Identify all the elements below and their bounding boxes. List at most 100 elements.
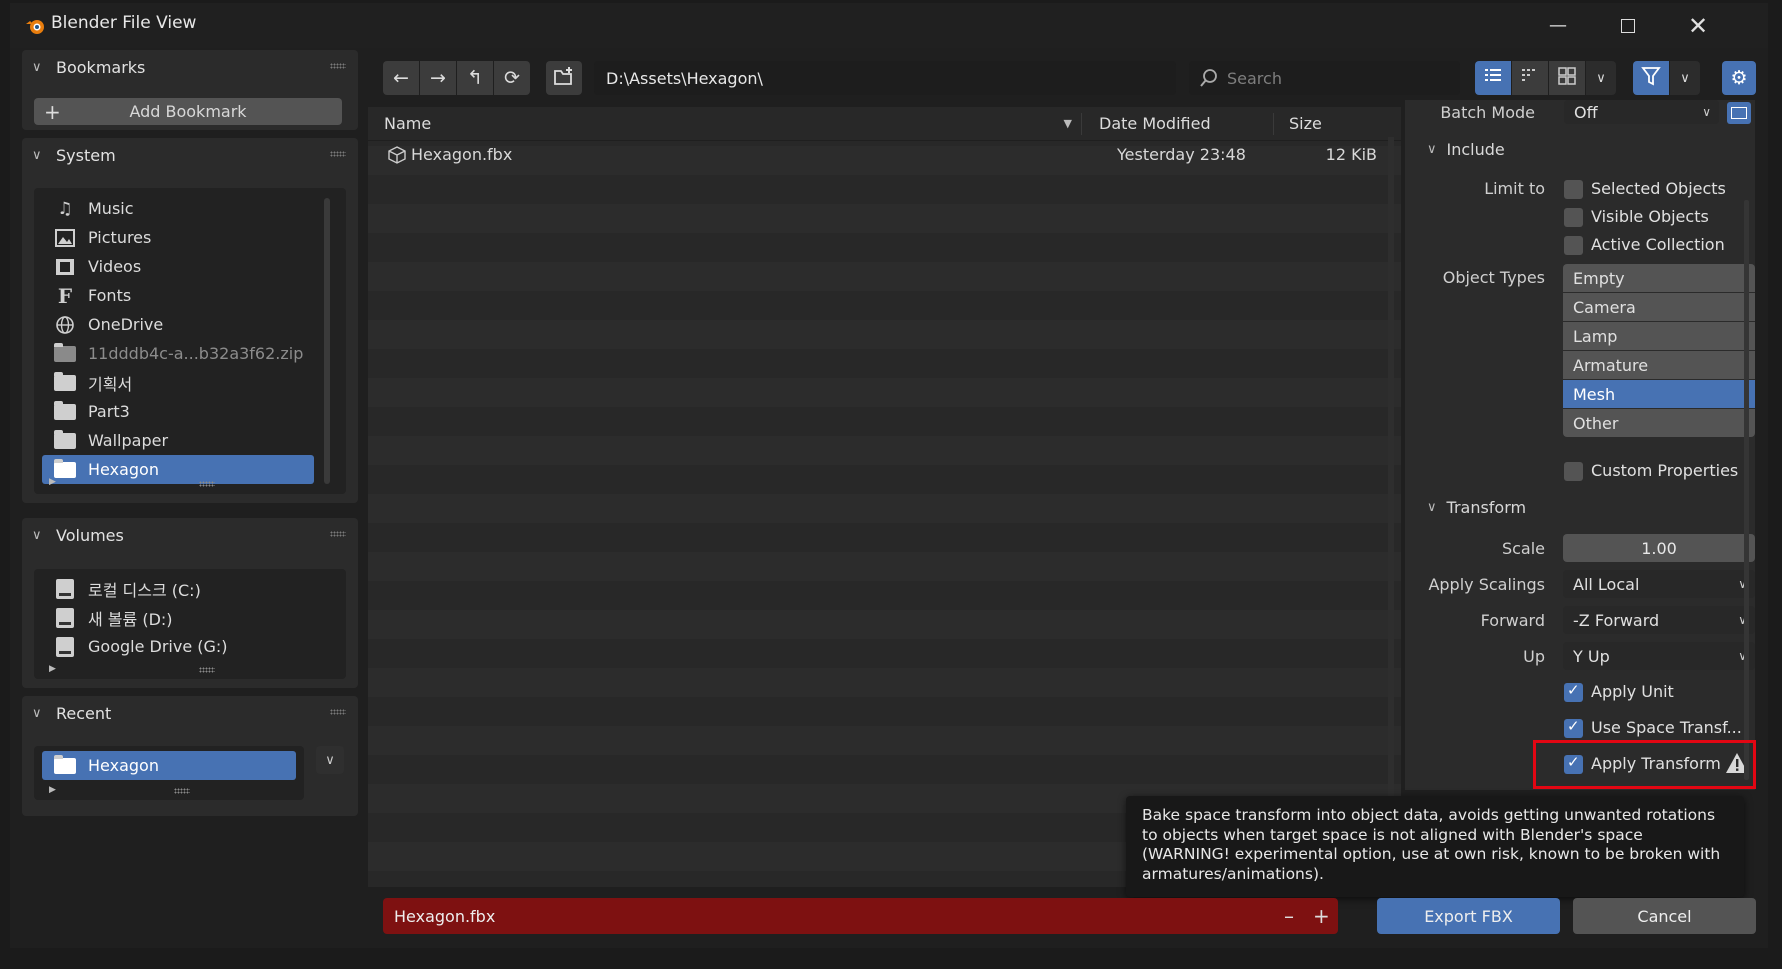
use-space-transform-checkbox[interactable] <box>1564 717 1583 738</box>
plus-icon[interactable]: + <box>1313 904 1330 928</box>
maximize-button[interactable] <box>1593 3 1663 48</box>
apply-unit-checkbox[interactable] <box>1564 681 1583 702</box>
display-settings-dropdown[interactable]: ∨ <box>1586 61 1616 95</box>
object-type-camera[interactable]: Camera <box>1563 293 1755 321</box>
vertical-list-view-button[interactable] <box>1475 61 1511 95</box>
thumbnail-view-button[interactable] <box>1549 61 1585 95</box>
forward-button[interactable]: → <box>420 61 456 95</box>
panel-grip-icon[interactable] <box>330 151 346 157</box>
sidebar-item-music[interactable]: ♫ Music <box>42 194 314 223</box>
sort-descending-icon: ▼ <box>1063 116 1072 130</box>
arrow-up-icon: ↰ <box>467 67 483 89</box>
transform-section-header[interactable]: ∨ Transform <box>1427 498 1526 517</box>
apply-scalings-dropdown[interactable]: All Local ∨ <box>1563 570 1755 598</box>
system-header[interactable]: ∨ System <box>22 138 358 172</box>
sidebar-item-onedrive[interactable]: OneDrive <box>42 310 314 339</box>
sidebar-item-label: Wallpaper <box>88 431 169 450</box>
drive-icon <box>52 578 78 599</box>
sidebar-item-zip[interactable]: 11dddb4c-a...b32a3f62.zip <box>42 339 314 368</box>
sidebar-item-label: Part3 <box>88 402 130 421</box>
filename-input[interactable]: Hexagon.fbx + – <box>383 898 1338 934</box>
panel-grip-icon[interactable] <box>330 709 346 715</box>
refresh-button[interactable]: ⟳ <box>494 61 530 95</box>
search-input[interactable]: Search <box>1189 61 1460 95</box>
add-bookmark-button[interactable]: + Add Bookmark <box>34 98 342 125</box>
batch-own-dir-toggle[interactable] <box>1727 102 1751 124</box>
title-bar <box>10 3 1768 48</box>
new-folder-button[interactable] <box>546 61 582 95</box>
visible-objects-label[interactable]: Visible Objects <box>1591 207 1709 226</box>
forward-dropdown[interactable]: -Z Forward ∨ <box>1563 606 1755 634</box>
volume-item-g[interactable]: Google Drive (G:) <box>42 632 314 661</box>
filter-settings-dropdown[interactable]: ∨ <box>1670 61 1700 95</box>
close-button[interactable]: ✕ <box>1663 3 1733 48</box>
recent-menu-button[interactable]: ∨ <box>316 746 344 774</box>
sidebar-item-wallpaper[interactable]: Wallpaper <box>42 426 314 455</box>
object-type-empty[interactable]: Empty <box>1563 264 1755 292</box>
globe-icon <box>52 315 78 335</box>
volumes-header[interactable]: ∨ Volumes <box>22 518 358 552</box>
recent-item-label: Hexagon <box>88 756 159 775</box>
object-type-other[interactable]: Other <box>1563 409 1755 437</box>
forward-value: -Z Forward <box>1573 610 1660 630</box>
column-date-label: Date Modified <box>1099 113 1211 133</box>
scale-field[interactable]: 1.00 <box>1563 534 1755 562</box>
resize-grip-icon[interactable] <box>199 481 215 487</box>
panel-grip-icon[interactable] <box>330 531 346 537</box>
recent-item-hexagon[interactable]: Hexagon <box>42 751 296 780</box>
file-row[interactable]: Hexagon.fbx Yesterday 23:48 12 KiB <box>368 141 1401 170</box>
volume-label: Google Drive (G:) <box>88 637 228 656</box>
include-section-header[interactable]: ∨ Include <box>1427 140 1505 159</box>
active-collection-checkbox[interactable] <box>1564 236 1583 255</box>
props-scrollbar[interactable] <box>1744 200 1749 780</box>
resize-grip-icon[interactable] <box>174 788 190 794</box>
horizontal-list-view-button[interactable] <box>1512 61 1548 95</box>
apply-unit-label[interactable]: Apply Unit <box>1591 682 1674 701</box>
column-size-label: Size <box>1289 113 1322 133</box>
apply-scalings-label: Apply Scalings <box>1428 575 1545 594</box>
recent-header[interactable]: ∨ Recent <box>22 696 358 730</box>
batch-mode-dropdown[interactable]: Off ∨ <box>1564 100 1719 124</box>
sidebar-item-part3[interactable]: Part3 <box>42 397 314 426</box>
column-name[interactable]: Name ▼ <box>384 107 1074 139</box>
custom-properties-label[interactable]: Custom Properties <box>1591 461 1738 480</box>
minimize-button[interactable]: — <box>1523 3 1593 48</box>
export-fbx-button[interactable]: Export FBX <box>1377 898 1560 934</box>
sidebar-item-hexagon[interactable]: Hexagon <box>42 455 314 484</box>
expand-triangle-icon[interactable]: ▶ <box>49 785 56 795</box>
sidebar-item-fonts[interactable]: F Fonts <box>42 281 314 310</box>
bookmarks-header[interactable]: ∨ Bookmarks <box>22 50 358 84</box>
expand-triangle-icon[interactable]: ▶ <box>49 477 56 487</box>
selected-objects-label[interactable]: Selected Objects <box>1591 179 1726 198</box>
back-button[interactable]: ← <box>383 61 419 95</box>
settings-button[interactable]: ⚙ <box>1722 61 1756 95</box>
custom-properties-checkbox[interactable] <box>1564 462 1583 481</box>
selected-objects-checkbox[interactable] <box>1564 180 1583 199</box>
column-size[interactable]: Size <box>1289 107 1322 139</box>
cancel-button[interactable]: Cancel <box>1573 898 1756 934</box>
chevron-down-icon: ∨ <box>32 527 42 543</box>
sidebar-item-videos[interactable]: Videos <box>42 252 314 281</box>
column-date[interactable]: Date Modified <box>1099 107 1211 139</box>
sidebar-item-planning[interactable]: 기획서 <box>42 368 314 397</box>
volume-item-d[interactable]: 새 볼륨 (D:) <box>42 603 314 632</box>
panel-grip-icon[interactable] <box>330 63 346 69</box>
expand-triangle-icon[interactable]: ▶ <box>49 664 56 674</box>
up-dropdown[interactable]: Y Up ∨ <box>1563 642 1755 670</box>
filter-toggle-button[interactable] <box>1633 61 1669 95</box>
parent-directory-button[interactable]: ↰ <box>457 61 493 95</box>
system-scrollbar[interactable] <box>324 198 330 484</box>
active-collection-label[interactable]: Active Collection <box>1591 235 1725 254</box>
resize-grip-icon[interactable] <box>199 667 215 673</box>
object-type-armature[interactable]: Armature <box>1563 351 1755 379</box>
object-type-lamp[interactable]: Lamp <box>1563 322 1755 350</box>
visible-objects-checkbox[interactable] <box>1564 208 1583 227</box>
object-type-mesh[interactable]: Mesh <box>1563 380 1755 408</box>
use-space-transform-label[interactable]: Use Space Transf... <box>1591 718 1742 737</box>
file-list-scrollbar[interactable] <box>1388 137 1394 877</box>
volume-item-c[interactable]: 로컬 디스크 (C:) <box>42 574 314 603</box>
path-field[interactable]: D:\Assets\Hexagon\ <box>594 61 1176 95</box>
blender-logo-icon <box>24 15 46 37</box>
sidebar-item-pictures[interactable]: Pictures <box>42 223 314 252</box>
minus-icon[interactable]: – <box>1284 904 1294 928</box>
